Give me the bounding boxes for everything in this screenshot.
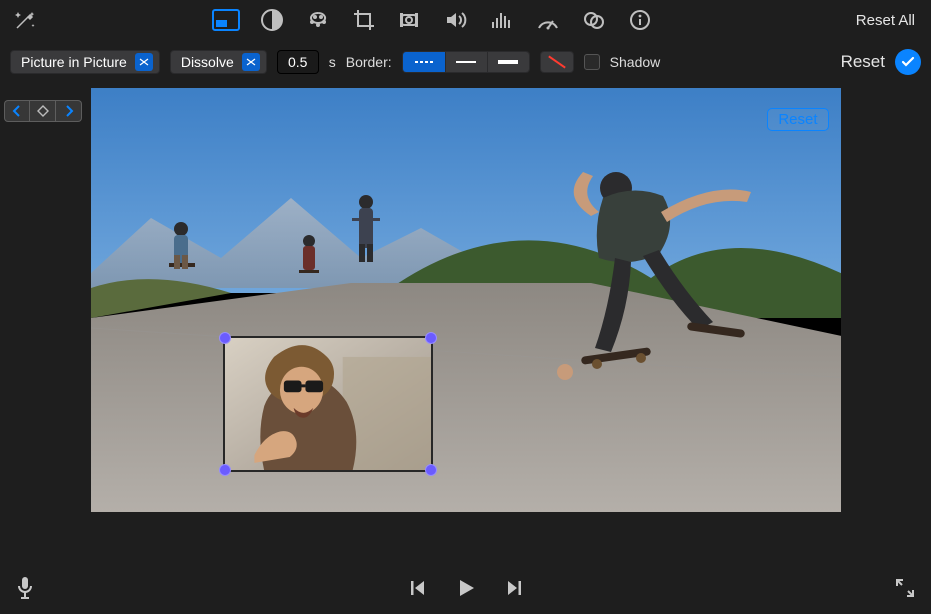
apply-check-button[interactable]: [895, 49, 921, 75]
border-label: Border:: [346, 54, 392, 70]
pip-handle-top-right[interactable]: [425, 332, 437, 344]
fullscreen-icon[interactable]: [895, 578, 915, 603]
clip-info-icon[interactable]: [623, 5, 657, 35]
nav-back-button[interactable]: [4, 100, 30, 122]
crop-icon[interactable]: [347, 5, 381, 35]
overlay-options-bar: Picture in Picture Dissolve 0.5 s Border…: [0, 44, 931, 80]
chevron-down-icon: [135, 53, 153, 71]
next-frame-icon[interactable]: [505, 579, 523, 602]
main-clip-image: [91, 88, 841, 512]
play-icon[interactable]: [455, 577, 477, 604]
volume-icon[interactable]: [439, 5, 473, 35]
pip-clip-image: [225, 338, 431, 470]
transition-value: Dissolve: [181, 54, 234, 70]
video-overlay-icon[interactable]: [209, 5, 243, 35]
speed-icon[interactable]: [531, 5, 565, 35]
shadow-checkbox[interactable]: [584, 54, 600, 70]
preview-viewer[interactable]: Reset: [91, 88, 841, 512]
viewer-nav-overlay: [4, 100, 82, 122]
enhance-wand-icon[interactable]: [8, 5, 42, 35]
chevron-down-icon: [242, 53, 260, 71]
transport-bar: [0, 566, 931, 614]
color-correction-icon[interactable]: [301, 5, 335, 35]
reset-overlay-button[interactable]: Reset: [841, 52, 885, 72]
noise-reduction-icon[interactable]: [485, 5, 519, 35]
pip-handle-bottom-left[interactable]: [219, 464, 231, 476]
stabilization-icon[interactable]: [393, 5, 427, 35]
transition-select[interactable]: Dissolve: [170, 50, 267, 74]
microphone-icon[interactable]: [16, 576, 34, 605]
viewer-wrap: Reset: [0, 80, 931, 566]
nav-origin-button[interactable]: [30, 100, 56, 122]
color-balance-icon[interactable]: [255, 5, 289, 35]
overlay-type-select[interactable]: Picture in Picture: [10, 50, 160, 74]
border-style-dashed[interactable]: [403, 52, 445, 72]
nav-forward-button[interactable]: [56, 100, 82, 122]
shadow-label: Shadow: [610, 54, 661, 70]
border-style-thin[interactable]: [445, 52, 487, 72]
previous-frame-icon[interactable]: [409, 579, 427, 602]
border-style-segment: [402, 51, 530, 73]
clip-filter-icon[interactable]: [577, 5, 611, 35]
pip-handle-top-left[interactable]: [219, 332, 231, 344]
reset-all-button[interactable]: Reset All: [848, 8, 923, 33]
pip-overlay-clip[interactable]: [223, 336, 433, 472]
adjustments-toolbar: Reset All: [0, 0, 931, 40]
overlay-type-value: Picture in Picture: [21, 54, 127, 70]
pip-handle-bottom-right[interactable]: [425, 464, 437, 476]
border-color-swatch[interactable]: [540, 51, 574, 73]
transition-duration-field[interactable]: 0.5: [277, 50, 319, 74]
border-style-thick[interactable]: [487, 52, 529, 72]
seconds-label: s: [329, 54, 336, 70]
viewer-reset-button[interactable]: Reset: [767, 108, 828, 131]
